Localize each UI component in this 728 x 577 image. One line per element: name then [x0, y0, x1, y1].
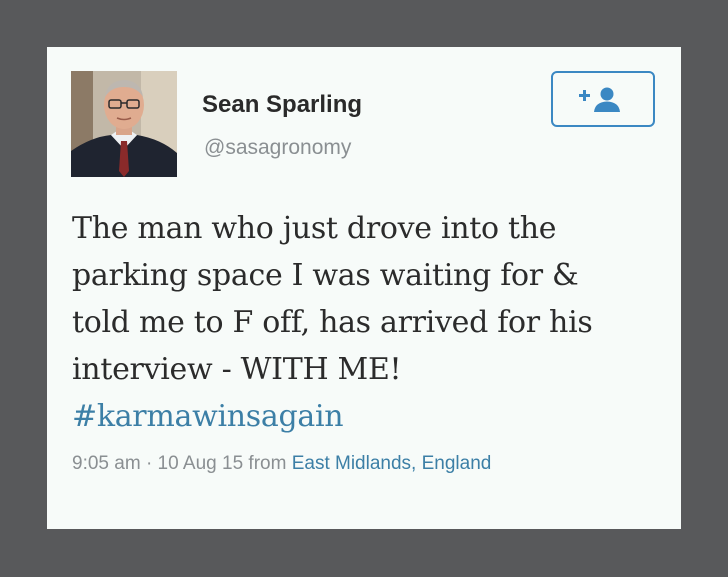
- follow-button[interactable]: [551, 71, 655, 127]
- tweet-card: Sean Sparling @sasagronomy The man who j…: [47, 47, 681, 529]
- tweet-meta: 9:05 am · 10 Aug 15 from East Midlands, …: [72, 453, 491, 475]
- profile-photo: [71, 71, 177, 177]
- image-frame: Sean Sparling @sasagronomy The man who j…: [0, 0, 728, 577]
- tweet-text: The man who just drove into the parking …: [72, 205, 672, 440]
- avatar[interactable]: [71, 71, 177, 177]
- from-label: from: [248, 453, 287, 474]
- hashtag-link[interactable]: #karmawinsagain: [72, 393, 672, 440]
- tweet-line: told me to F off, has arrived for his: [72, 305, 593, 340]
- tweet-date[interactable]: 10 Aug 15: [158, 453, 244, 474]
- tweet-line: The man who just drove into the: [72, 211, 557, 246]
- add-user-icon: [579, 87, 620, 112]
- user-handle[interactable]: @sasagronomy: [204, 136, 351, 160]
- meta-separator: ·: [145, 453, 153, 474]
- tweet-line: parking space I was waiting for &: [72, 258, 579, 293]
- user-name[interactable]: Sean Sparling: [202, 91, 362, 119]
- tweet-time[interactable]: 9:05 am: [72, 453, 141, 474]
- location-link[interactable]: East Midlands, England: [292, 453, 492, 474]
- tweet-line: interview - WITH ME!: [72, 352, 402, 387]
